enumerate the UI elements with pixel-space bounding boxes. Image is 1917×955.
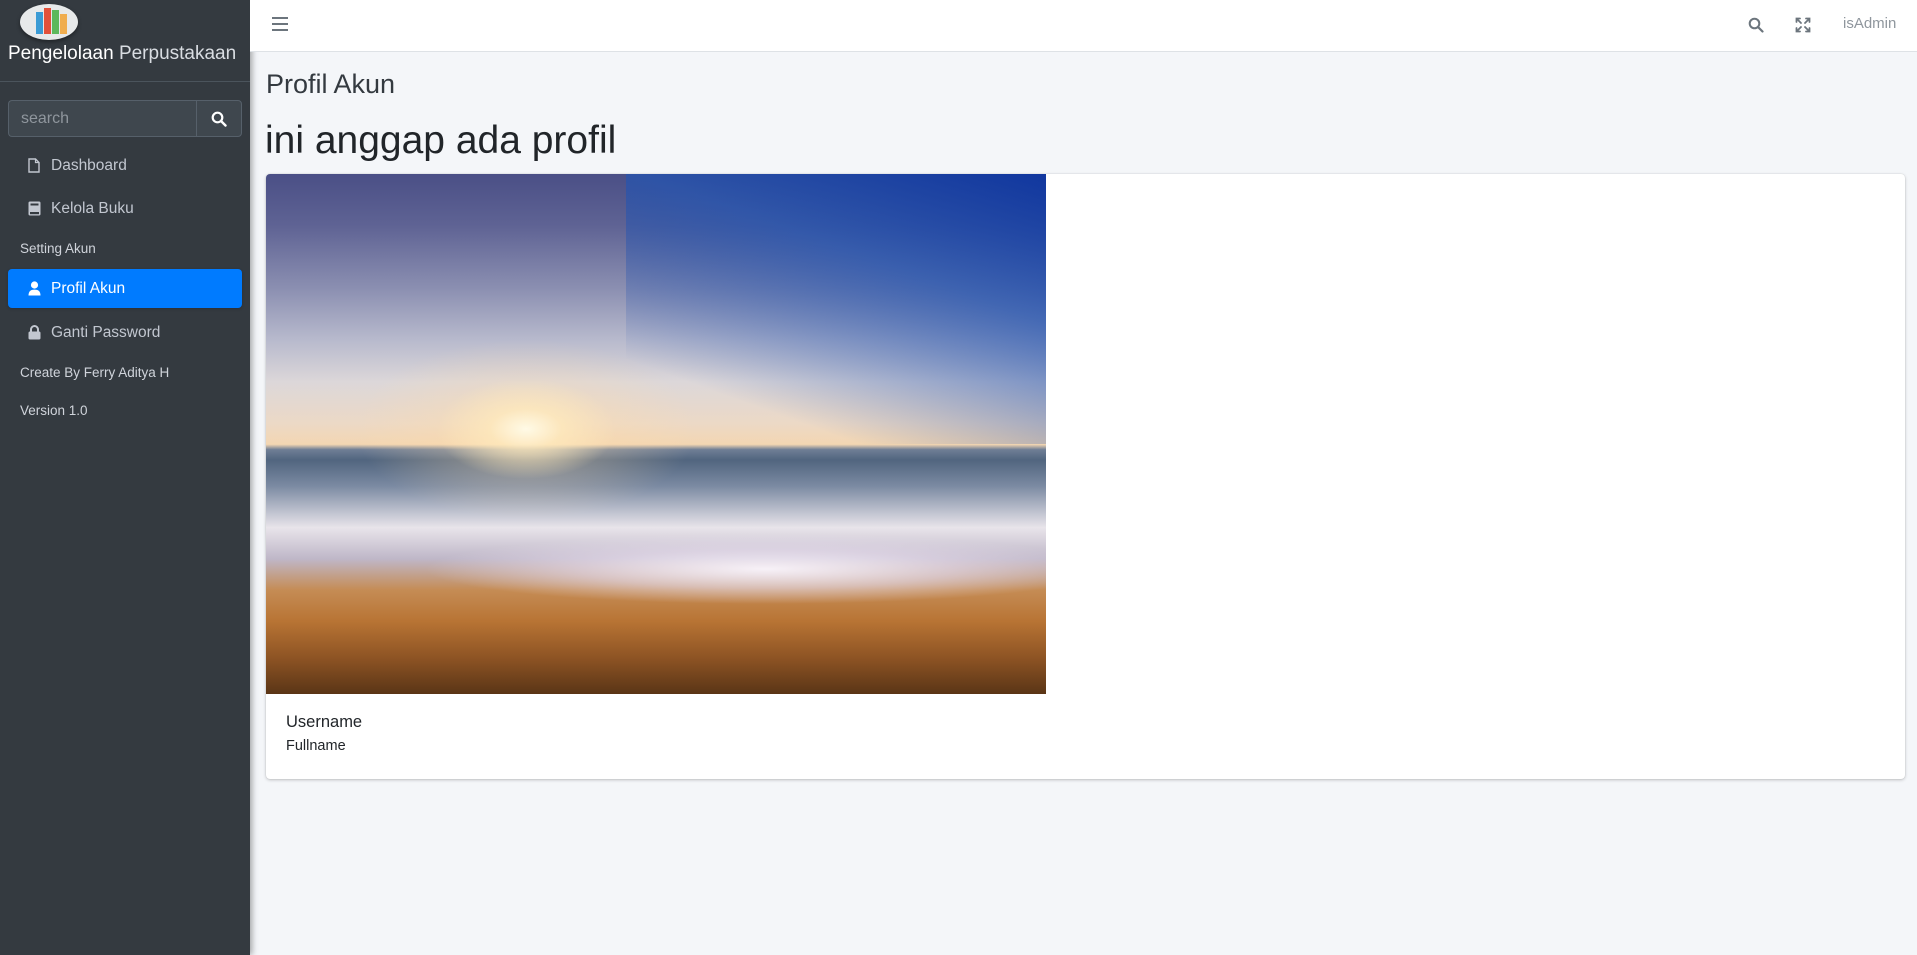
file-icon [26,158,42,174]
brand-name-bold: Pengelolaan [8,43,114,64]
sidebar-item-label: Dashboard [51,156,127,174]
sidebar-item-label: Kelola Buku [51,199,134,217]
profile-fullname: Fullname [286,738,346,754]
library-logo-icon [20,4,78,40]
user-icon [26,281,42,297]
sidebar-search [8,100,242,137]
sidebar-header-setting-akun: Setting Akun [20,241,96,256]
user-menu[interactable]: isAdmin [1843,15,1896,32]
brand-link[interactable]: Pengelolaan Perpustakaan [0,0,250,82]
sidebar-item-dashboard[interactable]: Dashboard [8,146,242,185]
sidebar-header-version: Version 1.0 [20,403,88,418]
page-title: Profil Akun [266,69,396,99]
sidebar-item-label: Ganti Password [51,323,161,341]
sidebar-header-credit: Create By Ferry Aditya H [20,365,170,380]
navbar-search-icon[interactable] [1746,15,1766,35]
sidebar-item-profil-akun[interactable]: Profil Akun [8,269,242,308]
profile-card-body: Username Fullname [286,713,362,754]
brand-text: Pengelolaan Perpustakaan [8,43,236,65]
profile-card: Username Fullname [266,174,1905,779]
sidebar: Pengelolaan Perpustakaan Dashboard Kelol… [0,0,250,955]
sidebar-item-label: Profil Akun [51,279,126,297]
sidebar-search-button[interactable] [196,100,242,137]
sidebar-item-kelola-buku[interactable]: Kelola Buku [8,189,242,228]
menu-toggle-icon[interactable] [272,17,288,31]
lock-icon [26,325,42,341]
book-icon [26,201,42,217]
top-navbar: isAdmin [250,0,1917,52]
profile-heading: ini anggap ada profil [265,119,617,162]
fullscreen-icon[interactable] [1793,15,1813,35]
brand-name-light: Perpustakaan [118,43,237,64]
sidebar-search-input[interactable] [8,100,196,137]
profile-username: Username [286,713,363,731]
sidebar-item-ganti-password[interactable]: Ganti Password [8,313,242,352]
profile-image [266,174,1046,694]
search-icon [211,111,227,127]
